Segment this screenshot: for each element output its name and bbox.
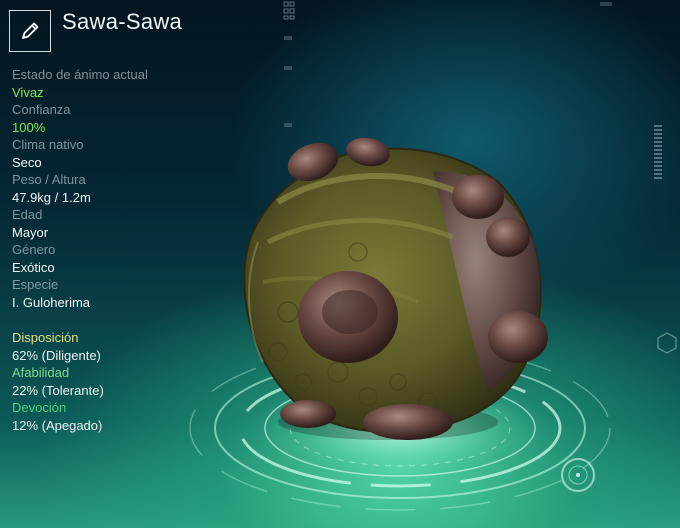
stat-value: Exótico xyxy=(12,259,55,275)
trait-label: Disposición xyxy=(12,330,79,345)
hud-dash-markers xyxy=(283,1,295,127)
stat-weight-height: Peso / Altura 47.9kg / 1.2m xyxy=(12,171,242,206)
hud-corner-mark xyxy=(600,2,612,6)
stat-label: Confianza xyxy=(12,102,71,117)
stat-value: I. Guloherima xyxy=(12,294,91,310)
stat-label: Especie xyxy=(12,277,59,292)
stat-gender: Género Exótico xyxy=(12,241,242,276)
stat-mood: Estado de ánimo actual Vivaz xyxy=(12,66,242,101)
stat-label: Clima nativo xyxy=(12,137,84,152)
stat-value: 47.9kg / 1.2m xyxy=(12,189,91,205)
creature-model xyxy=(243,137,548,440)
stat-species: Especie I. Guloherima xyxy=(12,276,242,311)
stat-value: 100% xyxy=(12,119,46,135)
stat-value: Seco xyxy=(12,154,42,170)
stat-label: Edad xyxy=(12,207,43,222)
pencil-icon xyxy=(22,22,39,39)
stat-age: Edad Mayor xyxy=(12,206,242,241)
stat-label: Estado de ánimo actual xyxy=(12,67,148,82)
stat-label: Género xyxy=(12,242,56,257)
stat-climate: Clima nativo Seco xyxy=(12,136,242,171)
creature-stats: Estado de ánimo actual Vivaz Confianza 1… xyxy=(12,66,242,311)
hud-hexagon xyxy=(657,332,677,354)
stat-value: Vivaz xyxy=(12,84,44,100)
trait-disposition: Disposición 62% (Diligente) xyxy=(12,329,242,364)
edit-name-button[interactable] xyxy=(9,10,51,52)
stat-value: Mayor xyxy=(12,224,49,240)
hud-side-ticks xyxy=(654,125,662,179)
stat-label: Peso / Altura xyxy=(12,172,86,187)
stat-trust: Confianza 100% xyxy=(12,101,242,136)
creature-name: Sawa-Sawa xyxy=(62,9,183,34)
